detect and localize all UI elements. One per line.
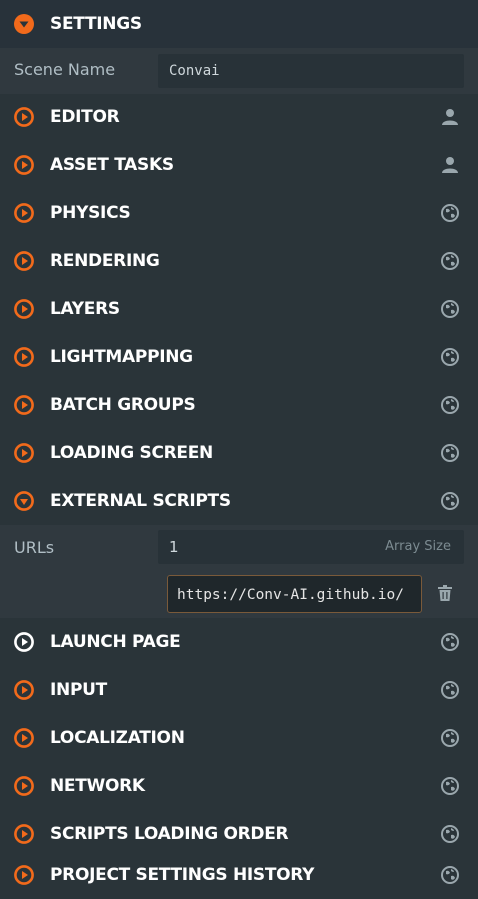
- globe-icon: [441, 348, 459, 366]
- url-value: https://Conv-AI.github.io/: [177, 587, 404, 603]
- chevron-down-circle-icon: [14, 14, 34, 34]
- globe-icon: [441, 444, 459, 462]
- globe-icon: [441, 396, 459, 414]
- trash-icon[interactable]: [438, 585, 452, 601]
- section-loading-screen[interactable]: LOADING SCREEN: [0, 429, 478, 477]
- play-circle-icon: [14, 203, 34, 223]
- globe-icon: [441, 729, 459, 747]
- section-editor[interactable]: EDITOR: [0, 93, 478, 141]
- play-circle-icon: [14, 347, 34, 367]
- globe-icon: [441, 252, 459, 270]
- globe-icon: [441, 633, 459, 651]
- globe-icon: [441, 681, 459, 699]
- section-rendering[interactable]: RENDERING: [0, 237, 478, 285]
- section-asset-tasks[interactable]: ASSET TASKS: [0, 141, 478, 189]
- globe-icon: [441, 492, 459, 510]
- play-circle-icon: [14, 443, 34, 463]
- settings-title: SETTINGS: [50, 14, 142, 34]
- globe-icon: [441, 866, 459, 884]
- scene-name-label: Scene Name: [14, 60, 116, 79]
- globe-icon: [441, 825, 459, 843]
- array-size-value: 1: [169, 538, 179, 556]
- chevron-down-circle-icon: [14, 491, 34, 511]
- section-project-settings-history[interactable]: PROJECT SETTINGS HISTORY: [0, 851, 478, 899]
- section-label: ASSET TASKS: [50, 155, 174, 175]
- section-network[interactable]: NETWORK: [0, 762, 478, 810]
- play-circle-icon: [14, 776, 34, 796]
- section-label: EXTERNAL SCRIPTS: [50, 491, 231, 511]
- array-size-hint: Array Size: [385, 539, 451, 554]
- section-label: INPUT: [50, 680, 107, 700]
- play-circle-icon: [14, 299, 34, 319]
- globe-icon: [441, 777, 459, 795]
- play-circle-icon: [14, 155, 34, 175]
- section-localization[interactable]: LOCALIZATION: [0, 714, 478, 762]
- globe-icon: [441, 300, 459, 318]
- play-circle-icon: [14, 680, 34, 700]
- user-icon: [442, 109, 458, 125]
- section-label: LOCALIZATION: [50, 728, 185, 748]
- section-batch-groups[interactable]: BATCH GROUPS: [0, 381, 478, 429]
- section-label: BATCH GROUPS: [50, 395, 196, 415]
- section-label: LAUNCH PAGE: [50, 632, 181, 652]
- section-layers[interactable]: LAYERS: [0, 285, 478, 333]
- section-launch-page[interactable]: LAUNCH PAGE: [0, 618, 478, 666]
- play-circle-icon: [14, 728, 34, 748]
- urls-label: URLs: [14, 538, 55, 557]
- section-lightmapping[interactable]: LIGHTMAPPING: [0, 333, 478, 381]
- section-label: LAYERS: [50, 299, 120, 319]
- section-label: LIGHTMAPPING: [50, 347, 193, 367]
- url-input[interactable]: https://Conv-AI.github.io/: [167, 575, 422, 613]
- scene-name-input[interactable]: Convai: [158, 54, 464, 88]
- section-physics[interactable]: PHYSICS: [0, 189, 478, 237]
- settings-panel: SETTINGS Scene Name Convai EDITOR ASSET …: [0, 0, 478, 899]
- section-label: LOADING SCREEN: [50, 443, 213, 463]
- play-circle-icon: [14, 107, 34, 127]
- settings-header[interactable]: SETTINGS: [0, 0, 478, 48]
- scene-name-value: Convai: [169, 63, 220, 79]
- section-label: PHYSICS: [50, 203, 131, 223]
- section-label: NETWORK: [50, 776, 145, 796]
- section-label: EDITOR: [50, 107, 120, 127]
- play-circle-icon: [14, 632, 34, 652]
- section-external-scripts[interactable]: EXTERNAL SCRIPTS: [0, 477, 478, 525]
- play-circle-icon: [14, 395, 34, 415]
- globe-icon: [441, 204, 459, 222]
- section-input[interactable]: INPUT: [0, 666, 478, 714]
- array-size-input[interactable]: 1 Array Size: [158, 530, 464, 564]
- play-circle-icon: [14, 824, 34, 844]
- section-label: RENDERING: [50, 251, 160, 271]
- play-circle-icon: [14, 865, 34, 885]
- scene-name-row: Scene Name Convai: [0, 48, 478, 94]
- user-icon: [442, 157, 458, 173]
- play-circle-icon: [14, 251, 34, 271]
- section-label: PROJECT SETTINGS HISTORY: [50, 865, 315, 885]
